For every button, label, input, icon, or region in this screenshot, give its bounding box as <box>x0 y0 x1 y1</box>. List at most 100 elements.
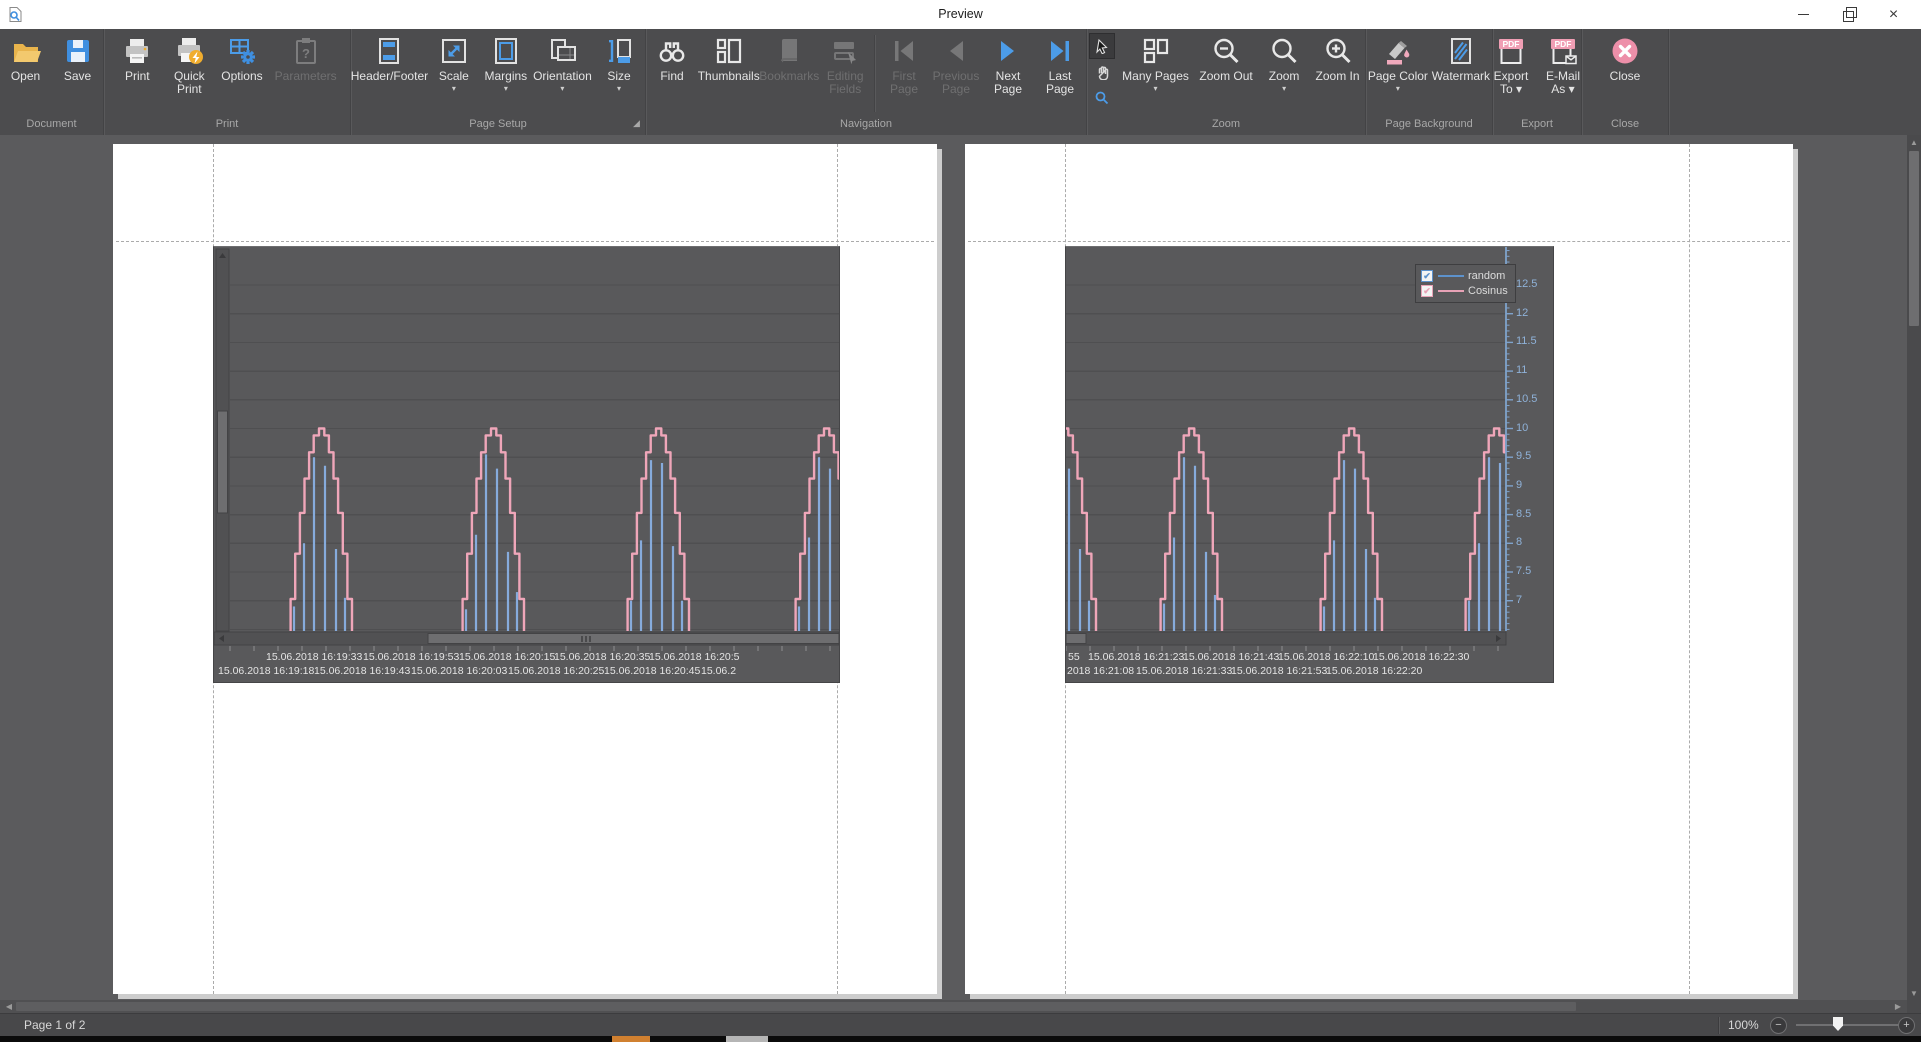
save-button[interactable]: Save <box>52 33 104 83</box>
pdf-export-icon: PDF <box>1495 35 1527 67</box>
thumbnails-button[interactable]: Thumbnails <box>698 33 759 83</box>
chart-page-1-chart: 15.06.2018 16:19:3315.06.2018 16:19:5315… <box>213 246 840 683</box>
ribbon-group-export: PDFExportTo ▾PDFE-MailAs ▾Export <box>1493 29 1582 135</box>
taskbar-segment <box>726 1036 768 1042</box>
page-color-label: Page Color <box>1368 70 1428 83</box>
chevron-down-icon: ▾ <box>1282 85 1286 93</box>
scrollbar-corner <box>1907 1000 1921 1013</box>
minimize-button[interactable] <box>1781 0 1826 29</box>
size-button[interactable]: Size▾ <box>593 33 645 93</box>
scroll-down-icon[interactable]: ▼ <box>1907 986 1921 1000</box>
ribbon-group-close: CloseClose <box>1582 29 1669 135</box>
zoom-slider-track[interactable] <box>1796 1024 1906 1026</box>
svg-text:PDF: PDF <box>1555 39 1572 49</box>
thumbnails-icon <box>713 35 745 67</box>
margins-button[interactable]: Margins▾ <box>480 33 532 93</box>
size-label: Size <box>607 70 630 83</box>
zoom-decrease-button[interactable]: − <box>1770 1017 1787 1034</box>
last-page-icon <box>1044 35 1076 67</box>
legend-checkbox-random[interactable]: ✔ <box>1421 270 1433 282</box>
chart-canvas <box>1066 247 1553 682</box>
print-button[interactable]: Print <box>111 33 163 83</box>
ribbon-group-print: Print QuickPrint Options? Parameters Print <box>104 29 351 135</box>
next-page-button[interactable]: NextPage <box>982 33 1034 96</box>
scroll-left-icon[interactable]: ◀ <box>2 1000 16 1013</box>
vertical-scroll-thumb[interactable] <box>1909 151 1919 326</box>
zoom-mini-icon <box>1094 90 1110 106</box>
x-axis-label: 2018 16:21:08 <box>1067 665 1134 677</box>
x-axis-label: 15.06.2018 16:19:18 <box>218 665 314 677</box>
find-button[interactable]: Find <box>646 33 698 83</box>
parameters-label: Parameters <box>275 70 337 83</box>
ribbon-group-label: Zoom <box>1087 114 1365 135</box>
x-axis-label: 15.06.2018 16:20:03 <box>411 665 507 677</box>
zoom-plain-icon <box>1268 35 1300 67</box>
margins-icon <box>490 35 522 67</box>
pointer-icon <box>1094 38 1110 54</box>
zoom-out-icon <box>1210 35 1242 67</box>
x-axis-label: 15.06.2018 16:20:35 <box>554 651 650 663</box>
pointer-tool-button[interactable] <box>1089 33 1115 59</box>
quick-print-label: QuickPrint <box>174 70 205 96</box>
export-to-button[interactable]: PDF ExportTo ▾ <box>1485 33 1537 96</box>
ribbon-group-page-background: Page Color▾WatermarkPage Background <box>1366 29 1493 135</box>
page-2: 12.51211.51110.5109.598.587.575515.06.20… <box>965 144 1793 994</box>
next-page-label: NextPage <box>994 70 1022 96</box>
ribbon-toolbar: OpenSaveDocumentPrintQuickPrintOptions?P… <box>0 29 1921 135</box>
bookmarks-button: Bookmarks <box>759 33 819 83</box>
chart-legend: ✔random✔Cosinus <box>1415 264 1516 303</box>
previous-page-icon <box>940 35 972 67</box>
find-label: Find <box>660 70 683 83</box>
legend-item-random: ✔random <box>1421 268 1508 283</box>
chevron-down-icon: ▾ <box>1396 85 1400 93</box>
last-page-button[interactable]: LastPage <box>1034 33 1086 96</box>
orientation-label: Orientation <box>533 70 592 83</box>
main-horizontal-scrollbar[interactable]: ◀ ▶ <box>0 1000 1907 1013</box>
legend-item-Cosinus: ✔Cosinus <box>1421 283 1508 298</box>
zoom-out-button[interactable]: Zoom Out <box>1194 33 1258 83</box>
header-footer-label: Header/Footer <box>351 70 428 83</box>
watermark-button[interactable]: Watermark <box>1430 33 1492 83</box>
close-window-button[interactable]: × <box>1871 0 1916 29</box>
save-icon <box>62 35 94 67</box>
zoom-increase-button[interactable]: + <box>1898 1017 1915 1034</box>
export-to-label: ExportTo ▾ <box>1494 70 1529 96</box>
restore-button[interactable] <box>1826 0 1871 29</box>
close-x-icon <box>1609 35 1641 67</box>
ribbon-group-label: Navigation <box>646 114 1086 135</box>
options-button[interactable]: Options <box>215 33 268 83</box>
x-axis-label: 55 <box>1068 651 1080 663</box>
hand-tool-button[interactable] <box>1089 59 1115 85</box>
page-color-button[interactable]: Page Color ▾ <box>1366 33 1430 93</box>
zoom-in-button[interactable]: Zoom In <box>1310 33 1365 83</box>
quick-print-button[interactable]: QuickPrint <box>163 33 215 96</box>
size-icon <box>603 35 635 67</box>
scroll-right-icon[interactable]: ▶ <box>1891 1000 1905 1013</box>
open-button[interactable]: Open <box>0 33 52 83</box>
scroll-up-icon[interactable]: ▲ <box>1907 135 1921 149</box>
taskbar-strip <box>0 1036 1921 1042</box>
ribbon-group-label: Page Setup◢ <box>351 114 645 135</box>
x-axis-label: 15.06.2018 16:20:45 <box>604 665 700 677</box>
page-1: 15.06.2018 16:19:3315.06.2018 16:19:5315… <box>113 144 937 994</box>
many-pages-button[interactable]: Many Pages▾ <box>1117 33 1194 93</box>
toolbar-separator <box>874 35 875 112</box>
margin-guide-horizontal <box>968 241 1790 242</box>
header-footer-button[interactable]: Header/Footer <box>351 33 428 83</box>
pdf-email-icon: PDF <box>1547 35 1579 67</box>
zoom-slider-thumb[interactable] <box>1833 1017 1843 1031</box>
margins-label: Margins <box>484 70 527 83</box>
legend-checkbox-Cosinus[interactable]: ✔ <box>1421 285 1433 297</box>
dialog-launcher-icon[interactable]: ◢ <box>631 118 642 129</box>
main-vertical-scrollbar[interactable]: ▲ ▼ <box>1907 135 1921 1000</box>
parameters-icon: ? <box>290 35 322 67</box>
scale-button[interactable]: Scale▾ <box>428 33 480 93</box>
close-preview-button[interactable]: Close <box>1599 33 1651 83</box>
horizontal-scroll-thumb[interactable] <box>16 1002 1576 1011</box>
ribbon-group-label: Print <box>104 114 350 135</box>
zoom-button[interactable]: Zoom▾ <box>1258 33 1310 93</box>
magnifier-tool-button[interactable] <box>1089 85 1115 111</box>
orientation-button[interactable]: Orientation▾ <box>532 33 593 93</box>
svg-text:PDF: PDF <box>1503 39 1520 49</box>
close-preview-label: Close <box>1610 70 1641 83</box>
